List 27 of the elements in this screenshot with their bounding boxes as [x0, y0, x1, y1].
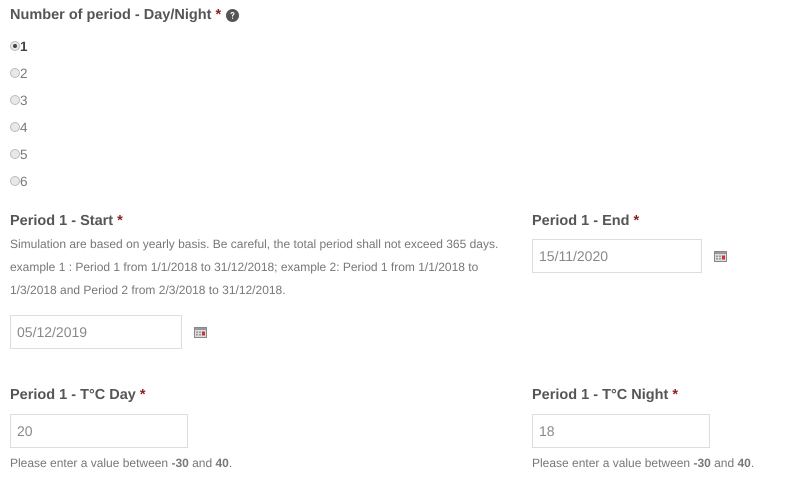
option-label: 1 — [20, 38, 28, 54]
radio-button[interactable] — [10, 41, 20, 51]
option-label: 5 — [20, 146, 28, 162]
option-label: 3 — [20, 92, 28, 108]
description-text: Simulation are based on yearly basis. Be careful, the total period shall not exceed 365 days. example 1 : Period 1 from 1/1/2018 to 31/12/2018; example 2: Period 1 from 1/1/2018 to 1/3/2018 and Period 2 from 2/3/2018 to 31/12/2018. — [10, 236, 500, 299]
field-label: Number of period - Day/Night * — [10, 6, 222, 25]
calendar-icon[interactable] — [194, 326, 207, 338]
radio-button[interactable] — [10, 68, 20, 78]
calendar-icon[interactable] — [714, 250, 727, 262]
option-label: 6 — [20, 174, 28, 188]
field-label: Period 1 - End * — [532, 212, 640, 231]
date-field[interactable]: 05/12/2019 — [10, 315, 182, 349]
field-label: Period 1 - Start * — [10, 212, 123, 231]
radio-button[interactable] — [10, 95, 20, 105]
option-label: 4 — [20, 120, 28, 134]
number-field[interactable]: 20 — [10, 414, 188, 448]
hint-text: Please enter a value between -30 and 40. — [10, 456, 234, 470]
radio-button[interactable] — [10, 122, 20, 132]
hint-text: Please enter a value between -30 and 40. — [532, 456, 756, 470]
radio-button[interactable] — [10, 149, 20, 159]
field-label: Period 1 - T°C Day * — [10, 386, 146, 405]
date-field[interactable]: 15/11/2020 — [532, 239, 702, 273]
radio-button[interactable] — [10, 176, 20, 186]
number-field[interactable]: 18 — [532, 414, 710, 448]
field-label: Period 1 - T°C Night * — [532, 386, 678, 405]
option-label: 2 — [20, 66, 28, 80]
help-icon[interactable] — [226, 8, 240, 22]
